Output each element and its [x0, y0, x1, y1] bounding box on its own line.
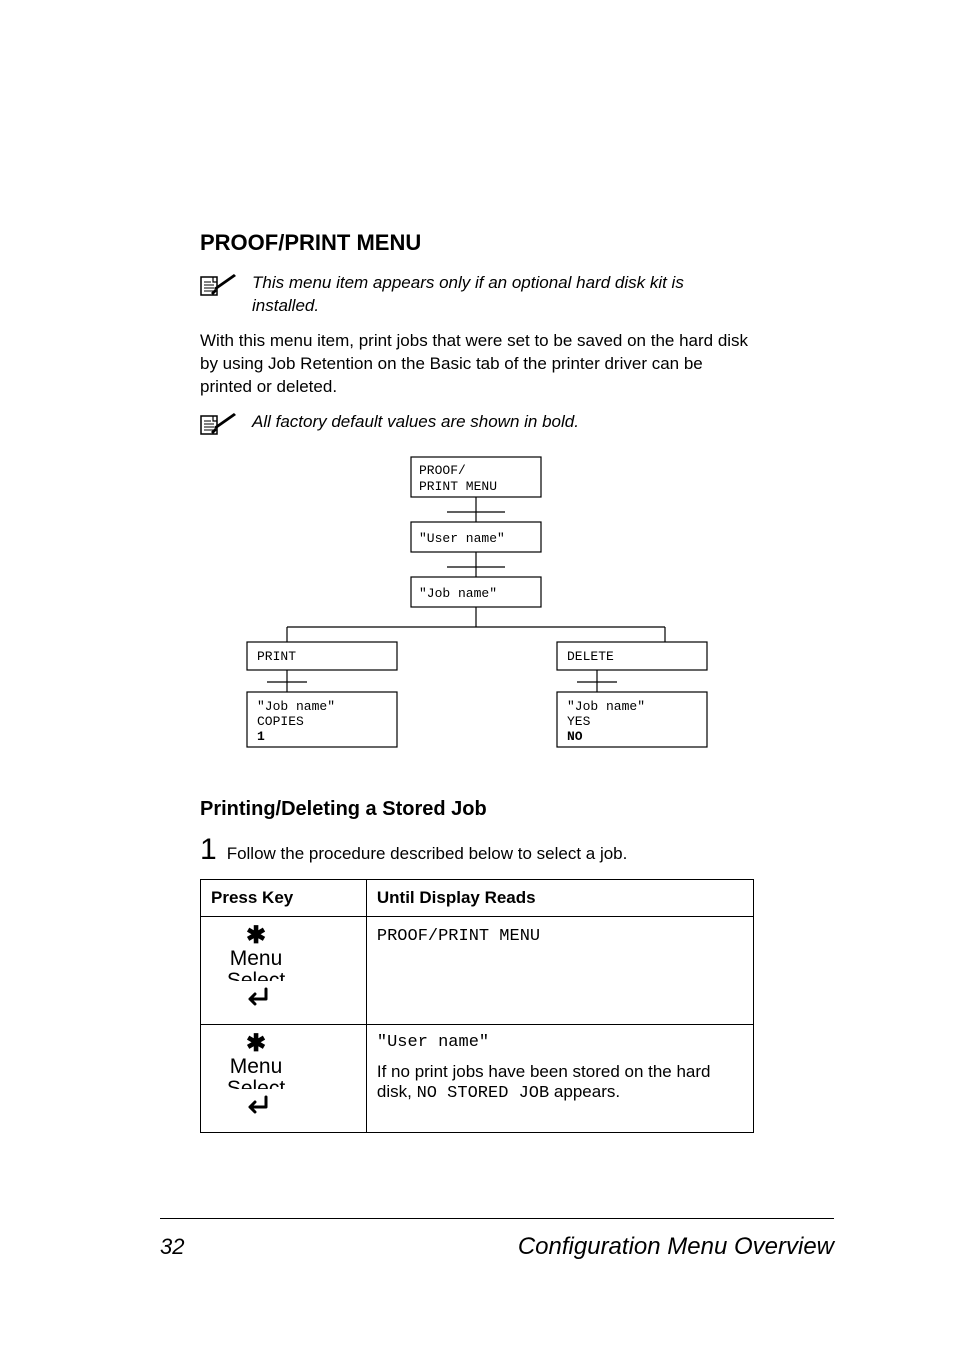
content-area: PROOF/PRINT MENU This menu item appears … [200, 230, 754, 1133]
diagram-root-l2: PRINT MENU [419, 479, 497, 494]
footer-rule [160, 1218, 834, 1219]
note-icon [200, 413, 238, 440]
display-cell: PROOF/PRINT MENU [366, 916, 753, 1024]
page-footer: 32 Configuration Menu Overview [120, 1218, 834, 1261]
menu-select-key-icon: ✱ Menu Select [211, 1033, 301, 1119]
svg-text:✱: ✱ [246, 1033, 266, 1057]
menu-diagram: .dbox { fill:none; stroke:#000; stroke-w… [217, 452, 737, 762]
subsection-heading: Printing/Deleting a Stored Job [200, 798, 754, 821]
diagram-job: "Job name" [419, 586, 497, 601]
table-row: ✱ Menu Select [201, 916, 754, 1024]
note-2-text: All factory default values are shown in … [252, 411, 579, 434]
display-text: "User name" [377, 1033, 743, 1052]
step-text: Follow the procedure described below to … [227, 844, 628, 864]
table-header-row: Press Key Until Display Reads [201, 879, 754, 916]
page-container: PROOF/PRINT MENU This menu item appears … [0, 0, 954, 1351]
note-icon [200, 274, 238, 301]
svg-text:Menu: Menu [230, 947, 283, 970]
diagram-user: "User name" [419, 531, 505, 546]
key-cell-menu-select: ✱ Menu Select [201, 1024, 367, 1132]
diagram-delete-d1: "Job name" [567, 699, 645, 714]
body-paragraph: With this menu item, print jobs that wer… [200, 330, 754, 399]
diagram-delete: DELETE [567, 649, 614, 664]
key-cell-menu-select: ✱ Menu Select [201, 916, 367, 1024]
diagram-print: PRINT [257, 649, 296, 664]
note-1: This menu item appears only if an option… [200, 272, 754, 318]
col-display-reads: Until Display Reads [366, 879, 753, 916]
diagram-root-l1: PROOF/ [419, 463, 466, 478]
display-description: If no print jobs have been stored on the… [377, 1062, 743, 1103]
diagram-delete-d3: NO [567, 729, 583, 744]
diagram-print-d3: 1 [257, 729, 265, 744]
display-cell: "User name" If no print jobs have been s… [366, 1024, 753, 1132]
section-heading: PROOF/PRINT MENU [200, 230, 754, 256]
step-1: 1 Follow the procedure described below t… [200, 835, 754, 865]
desc-post: appears. [549, 1082, 620, 1101]
table-row: ✱ Menu Select "User name" If no print jo… [201, 1024, 754, 1132]
desc-code: NO STORED JOB [417, 1084, 550, 1103]
step-number: 1 [200, 835, 217, 865]
page-number: 32 [160, 1234, 184, 1260]
svg-text:✱: ✱ [246, 925, 266, 949]
footer-title: Configuration Menu Overview [518, 1233, 834, 1261]
footer-row: 32 Configuration Menu Overview [120, 1233, 834, 1261]
diagram-print-d2: COPIES [257, 714, 304, 729]
menu-select-key-icon: ✱ Menu Select [211, 925, 301, 1011]
display-text: PROOF/PRINT MENU [377, 927, 540, 946]
svg-text:Menu: Menu [230, 1055, 283, 1078]
diagram-print-d1: "Job name" [257, 699, 335, 714]
note-2: All factory default values are shown in … [200, 411, 754, 440]
note-1-text: This menu item appears only if an option… [252, 272, 754, 318]
instruction-table: Press Key Until Display Reads ✱ Menu Sel… [200, 879, 754, 1133]
col-press-key: Press Key [201, 879, 367, 916]
diagram-delete-d2: YES [567, 714, 591, 729]
